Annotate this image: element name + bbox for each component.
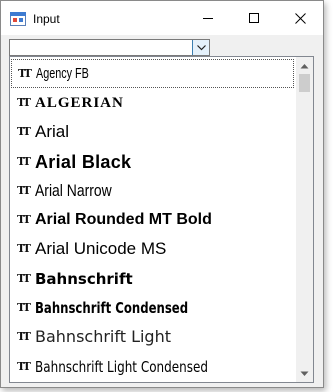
window-title: Input bbox=[33, 12, 60, 26]
font-list-item[interactable]: TT Bahnschrift Light bbox=[11, 323, 294, 352]
font-list-item[interactable]: TT Arial Unicode MS bbox=[11, 235, 294, 264]
app-window-icon bbox=[10, 12, 26, 26]
truetype-font-icon: TT bbox=[17, 154, 31, 168]
font-list-item[interactable]: TT ALGERIAN bbox=[11, 88, 294, 117]
font-name-label: Bahnschrift Light bbox=[35, 327, 171, 347]
truetype-font-icon: TT bbox=[17, 301, 31, 315]
font-name-label: Arial Black bbox=[35, 151, 132, 172]
font-list-item[interactable]: TT Agency FB bbox=[11, 59, 294, 89]
chevron-up-icon bbox=[300, 63, 309, 68]
combobox-dropdown-button[interactable] bbox=[192, 40, 209, 55]
font-list-item[interactable]: TT Bahnschrift Condensed bbox=[11, 293, 294, 322]
font-list[interactable]: TT Agency FB TT ALGERIAN TT Arial TT Arial Blac… bbox=[9, 56, 314, 383]
close-icon bbox=[294, 12, 306, 24]
truetype-font-icon: TT bbox=[18, 66, 32, 80]
scrollbar-thumb[interactable] bbox=[299, 74, 310, 92]
font-name-label: Arial bbox=[35, 122, 70, 142]
chevron-down-icon bbox=[196, 44, 206, 50]
font-name-label: ALGERIAN bbox=[35, 94, 124, 111]
maximize-button[interactable] bbox=[231, 1, 277, 35]
minimize-button[interactable] bbox=[185, 1, 231, 35]
scroll-down-button[interactable] bbox=[296, 365, 313, 382]
font-list-item[interactable]: TT Arial Rounded MT Bold bbox=[11, 205, 294, 234]
close-button[interactable] bbox=[277, 1, 323, 35]
font-list-item[interactable]: TT Arial Narrow bbox=[11, 176, 294, 205]
title-bar[interactable]: Input bbox=[1, 1, 323, 35]
maximize-icon bbox=[248, 12, 259, 23]
truetype-font-icon: TT bbox=[17, 183, 31, 197]
font-list-items: TT Agency FB TT ALGERIAN TT Arial TT Arial Blac… bbox=[10, 59, 295, 381]
chevron-down-icon bbox=[300, 371, 309, 376]
font-name-label: Arial Narrow bbox=[35, 180, 112, 200]
vertical-scrollbar[interactable] bbox=[296, 57, 313, 382]
font-name-label: Agency FB bbox=[36, 64, 89, 82]
input-dialog-window: Input TT Agency FB TT ALGERIAN TT Arial TT bbox=[0, 0, 324, 388]
font-name-label: Bahnschrift bbox=[35, 269, 133, 288]
truetype-font-icon: TT bbox=[17, 242, 31, 256]
font-name-label: Bahnschrift Light Condensed bbox=[35, 357, 208, 376]
truetype-font-icon: TT bbox=[17, 330, 31, 344]
scroll-up-button[interactable] bbox=[296, 57, 313, 74]
truetype-font-icon: TT bbox=[17, 213, 31, 227]
font-list-item[interactable]: TT Arial Black bbox=[11, 147, 294, 176]
font-list-item[interactable]: TT Arial bbox=[11, 118, 294, 147]
font-list-item[interactable]: TT Bahnschrift bbox=[11, 264, 294, 293]
font-list-item[interactable]: TT Bahnschrift Light Condensed bbox=[11, 352, 294, 381]
truetype-font-icon: TT bbox=[17, 125, 31, 139]
truetype-font-icon: TT bbox=[17, 95, 31, 109]
font-combobox[interactable] bbox=[9, 39, 210, 56]
truetype-font-icon: TT bbox=[17, 359, 31, 373]
minimize-icon bbox=[202, 17, 213, 19]
font-name-label: Arial Unicode MS bbox=[35, 239, 167, 259]
font-name-label: Bahnschrift Condensed bbox=[35, 299, 189, 318]
truetype-font-icon: TT bbox=[17, 271, 31, 285]
font-name-label: Arial Rounded MT Bold bbox=[35, 211, 212, 229]
